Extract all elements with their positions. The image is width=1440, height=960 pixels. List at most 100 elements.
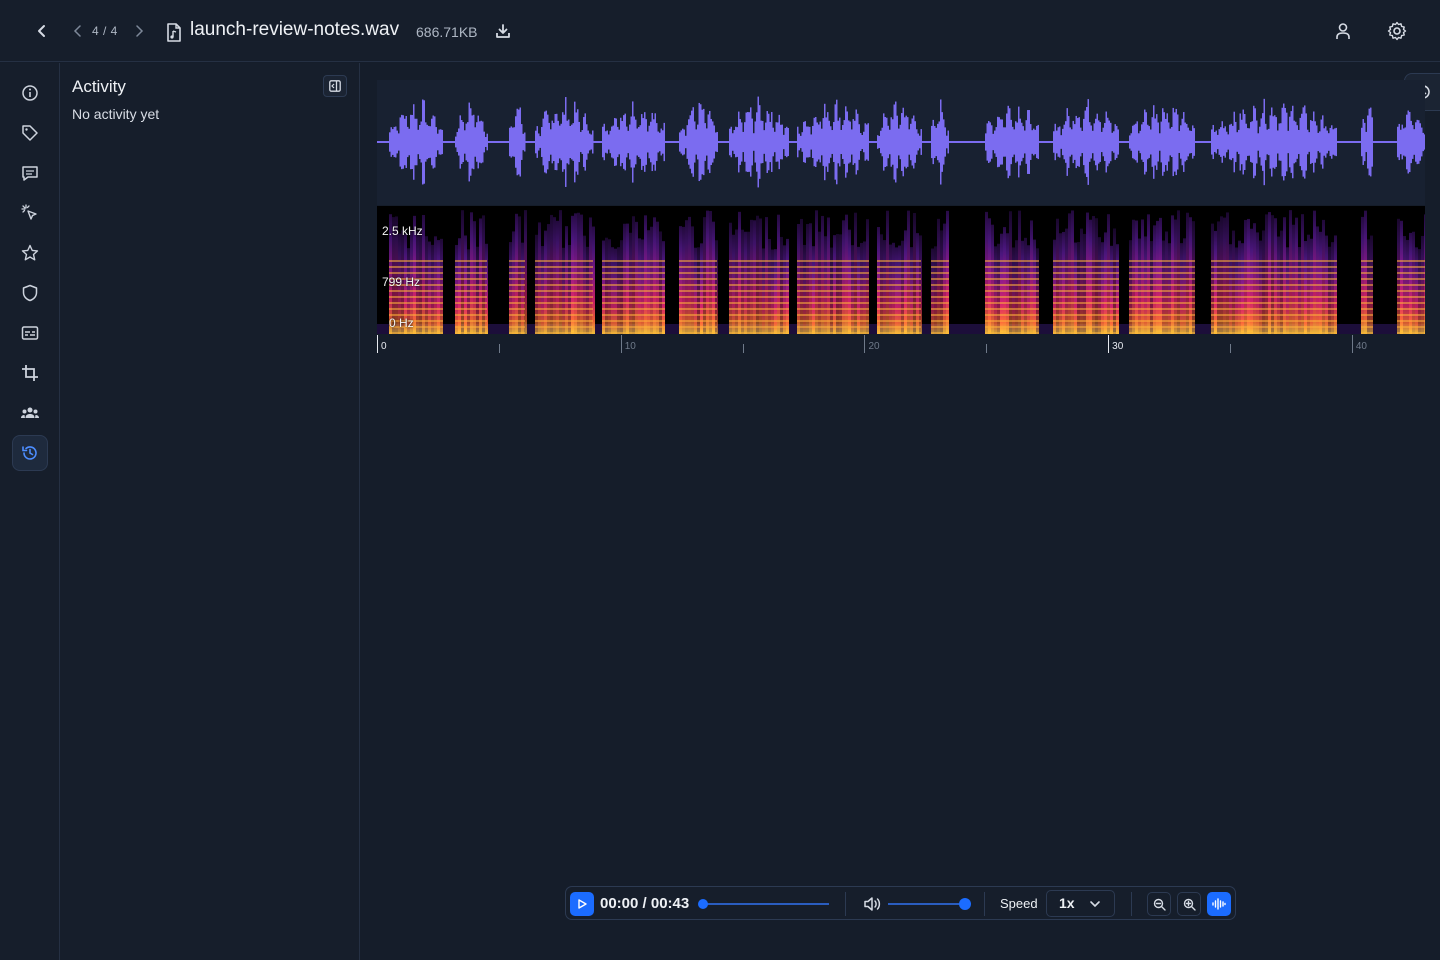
timeline[interactable]: 0 10 20 30 40 (377, 335, 1425, 357)
volume-button[interactable] (862, 894, 882, 914)
waveform-bar (1156, 114, 1158, 170)
rail-history[interactable] (12, 435, 48, 471)
zoom-in-button[interactable] (1177, 892, 1201, 916)
seek-slider[interactable] (698, 899, 829, 909)
waveform-bar (516, 108, 518, 176)
waveform-bar (748, 112, 750, 172)
waveform-bar (389, 132, 391, 152)
waveform-bar (1398, 123, 1400, 161)
rail-info[interactable] (12, 75, 48, 111)
waveform-bar (994, 130, 996, 154)
rail-team[interactable] (12, 395, 48, 431)
waveform-bar (895, 101, 897, 183)
spectrogram[interactable]: 2.5 kHz 799 Hz 0 Hz (377, 206, 1425, 334)
waveform-bar (390, 127, 392, 157)
download-button[interactable] (493, 21, 513, 41)
waveform-bar (551, 120, 553, 164)
waveform-bar (913, 115, 915, 169)
waveform-bar (1251, 121, 1253, 163)
waveform-bar (586, 124, 588, 160)
waveform-bar (1078, 117, 1080, 167)
zoom-out-button[interactable] (1147, 892, 1171, 916)
waveform-bar (698, 102, 700, 182)
rail-crop[interactable] (12, 355, 48, 391)
waveform-bar (471, 115, 473, 169)
waveform-bar (1301, 113, 1303, 171)
rail-comments[interactable] (12, 155, 48, 191)
waveform-bar (1053, 131, 1055, 153)
waveform-bar (432, 115, 434, 169)
waveform-bar (1114, 124, 1116, 160)
waveform-bar (1293, 120, 1295, 164)
waveform-bar (716, 131, 718, 153)
waveform-bar (660, 128, 662, 156)
crop-icon (22, 365, 38, 381)
spectrogram-harmonics (877, 256, 921, 334)
waveform-bar (653, 119, 655, 165)
waveform-bar (647, 131, 649, 153)
waveform-bar (1274, 115, 1276, 169)
spectrogram-harmonics (985, 256, 1039, 334)
main-view: 2.5 kHz 799 Hz 0 Hz 0 10 20 30 40 (360, 63, 1440, 960)
waveform-bar (1007, 105, 1009, 179)
waveform-bar (1245, 123, 1247, 161)
waveform-bar (1253, 105, 1255, 179)
waveform-bar (512, 127, 514, 157)
waveform-bar (1238, 129, 1240, 155)
seek-handle[interactable] (698, 899, 708, 909)
settings-button[interactable] (1385, 19, 1409, 43)
waveform-bar (419, 124, 421, 160)
next-file-button[interactable] (131, 22, 147, 40)
waveform-bar (1093, 123, 1095, 161)
speed-select[interactable]: 1x (1046, 890, 1115, 917)
back-button[interactable] (30, 19, 54, 43)
waveform-bar (765, 122, 767, 162)
waveform-bar (803, 121, 805, 163)
waveform-bar (1239, 113, 1241, 171)
waveform-bar (572, 123, 574, 161)
rail-favorites[interactable] (12, 235, 48, 271)
waveform-bar (1418, 120, 1420, 164)
waveform[interactable] (377, 80, 1426, 205)
waveform-bar (1421, 127, 1423, 157)
volume-handle[interactable] (959, 898, 971, 910)
waveform-bar (706, 128, 708, 156)
waveform-bar (1190, 130, 1192, 154)
chevron-down-icon (1087, 896, 1103, 912)
user-button[interactable] (1331, 19, 1355, 43)
waveform-bar (902, 107, 904, 177)
sparkle-cursor-icon (21, 204, 37, 220)
previous-file-button[interactable] (70, 22, 86, 40)
rail-transcript[interactable] (12, 315, 48, 351)
activity-panel: Activity No activity yet (60, 63, 360, 960)
waveform-bar (689, 115, 691, 169)
waveform-toggle-button[interactable] (1207, 892, 1231, 916)
rail-security[interactable] (12, 275, 48, 311)
play-icon (578, 899, 587, 909)
waveform-bar (683, 129, 685, 155)
waveform-bar (910, 123, 912, 161)
waveform-bar (1299, 117, 1301, 167)
rail-ai-assist[interactable] (12, 195, 48, 231)
waveform-bar (1080, 127, 1082, 157)
waveform-bar (429, 126, 431, 158)
rail-tags[interactable] (12, 115, 48, 151)
waveform-bar (1332, 129, 1334, 155)
waveform-bar (1098, 120, 1100, 164)
waveform-bar (428, 125, 430, 159)
waveform-bar (1054, 123, 1056, 161)
waveform-bar (1317, 132, 1319, 152)
waveform-bar (1281, 107, 1283, 177)
waveform-bar (904, 117, 906, 167)
waveform-bar (635, 119, 637, 165)
waveform-bar (1247, 128, 1249, 156)
waveform-bar (539, 136, 541, 148)
play-button[interactable] (570, 892, 594, 916)
collapse-panel-button[interactable] (323, 75, 347, 97)
waveform-bar (884, 116, 886, 168)
divider (845, 892, 846, 916)
waveform-bar (1316, 125, 1318, 159)
volume-slider[interactable] (888, 898, 971, 910)
waveform-bar (834, 104, 836, 180)
waveform-bar (639, 125, 641, 159)
